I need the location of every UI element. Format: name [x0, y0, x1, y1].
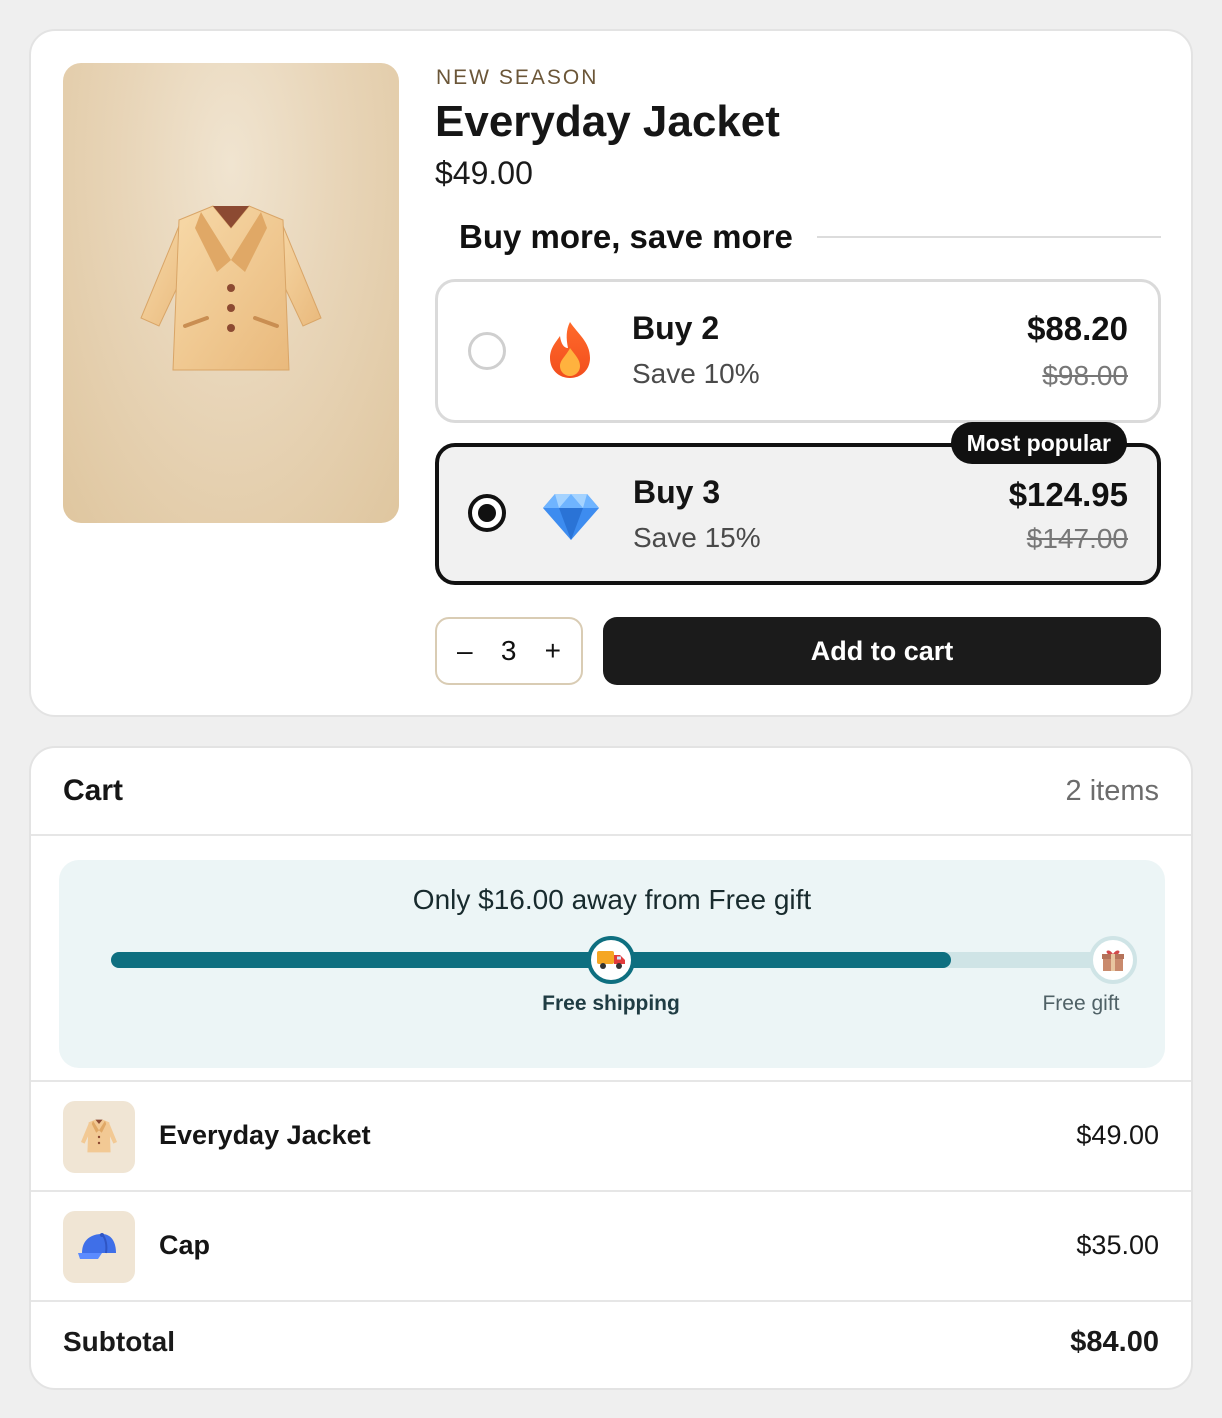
progress-fill: [111, 952, 951, 968]
quantity-stepper[interactable]: – 3 +: [435, 617, 583, 685]
milestone-label: Free shipping: [542, 992, 680, 1015]
offer-price: $124.95: [1008, 476, 1128, 513]
product-card: NEW SEASON Everyday Jacket $49.00 Buy mo…: [29, 29, 1193, 717]
milestone-label: Free gift: [1042, 992, 1120, 1015]
gift-icon: [1102, 950, 1124, 971]
product-eyebrow: NEW SEASON: [436, 66, 599, 89]
offer-buy-3[interactable]: Most popular Buy 3 Save 15% $124.95 $147…: [435, 422, 1161, 585]
reward-progress-panel: Only $16.00 away from Free gift Free shi…: [59, 860, 1165, 1068]
milestone-free-shipping: [587, 936, 635, 984]
radio-unselected[interactable]: [468, 332, 506, 370]
offer-savings: Save 15%: [633, 522, 761, 553]
item-thumbnail: [63, 1101, 135, 1173]
quantity-value[interactable]: 3: [501, 635, 517, 667]
subtotal-label: Subtotal: [63, 1326, 175, 1357]
bundle-heading-row: Buy more, save more: [459, 217, 1161, 257]
item-name: Everyday Jacket: [159, 1120, 371, 1150]
divider: [816, 236, 1161, 238]
cart-line-item[interactable]: Everyday Jacket $49.00: [31, 1080, 1191, 1190]
item-price: $35.00: [1076, 1230, 1159, 1260]
item-thumbnail: [63, 1211, 135, 1283]
bundle-heading: Buy more, save more: [459, 218, 793, 255]
cart-header: Cart 2 items: [31, 748, 1191, 836]
radio-selected[interactable]: [468, 494, 506, 532]
offer-price: $88.20: [1027, 310, 1128, 347]
jacket-icon: [81, 1119, 117, 1153]
truck-icon: [597, 951, 625, 969]
cart-title: Cart: [63, 774, 124, 807]
offer-savings: Save 10%: [632, 358, 760, 389]
item-price: $49.00: [1076, 1120, 1159, 1150]
subtotal-value: $84.00: [1070, 1326, 1159, 1358]
cap-icon: [78, 1233, 116, 1259]
offer-buy-2[interactable]: Buy 2 Save 10% $88.20 $98.00: [435, 279, 1161, 423]
gem-icon: [543, 494, 599, 540]
offer-old-price: $98.00: [1042, 360, 1128, 391]
offer-label: Buy 3: [633, 474, 721, 510]
product-image: [63, 63, 399, 523]
product-price: $49.00: [435, 155, 533, 191]
fire-icon: [550, 322, 590, 378]
most-popular-badge: Most popular: [950, 422, 1127, 464]
increment-button[interactable]: +: [545, 635, 561, 667]
milestone-free-gift: [1089, 936, 1137, 984]
cart-line-item[interactable]: Cap $35.00: [31, 1190, 1191, 1300]
item-name: Cap: [159, 1230, 211, 1260]
offer-label: Buy 2: [632, 310, 720, 346]
cart-card: Cart 2 items Only $16.00 away from Free …: [29, 746, 1193, 1390]
subtotal-row: Subtotal $84.00: [31, 1300, 1191, 1388]
product-title: Everyday Jacket: [435, 97, 780, 146]
decrement-button[interactable]: –: [457, 635, 473, 667]
cart-item-count: 2 items: [1065, 775, 1159, 807]
jacket-icon: [140, 205, 322, 371]
add-to-cart-button[interactable]: Add to cart: [603, 617, 1161, 685]
offer-old-price: $147.00: [1026, 523, 1128, 554]
progress-message: Only $16.00 away from Free gift: [412, 884, 812, 915]
